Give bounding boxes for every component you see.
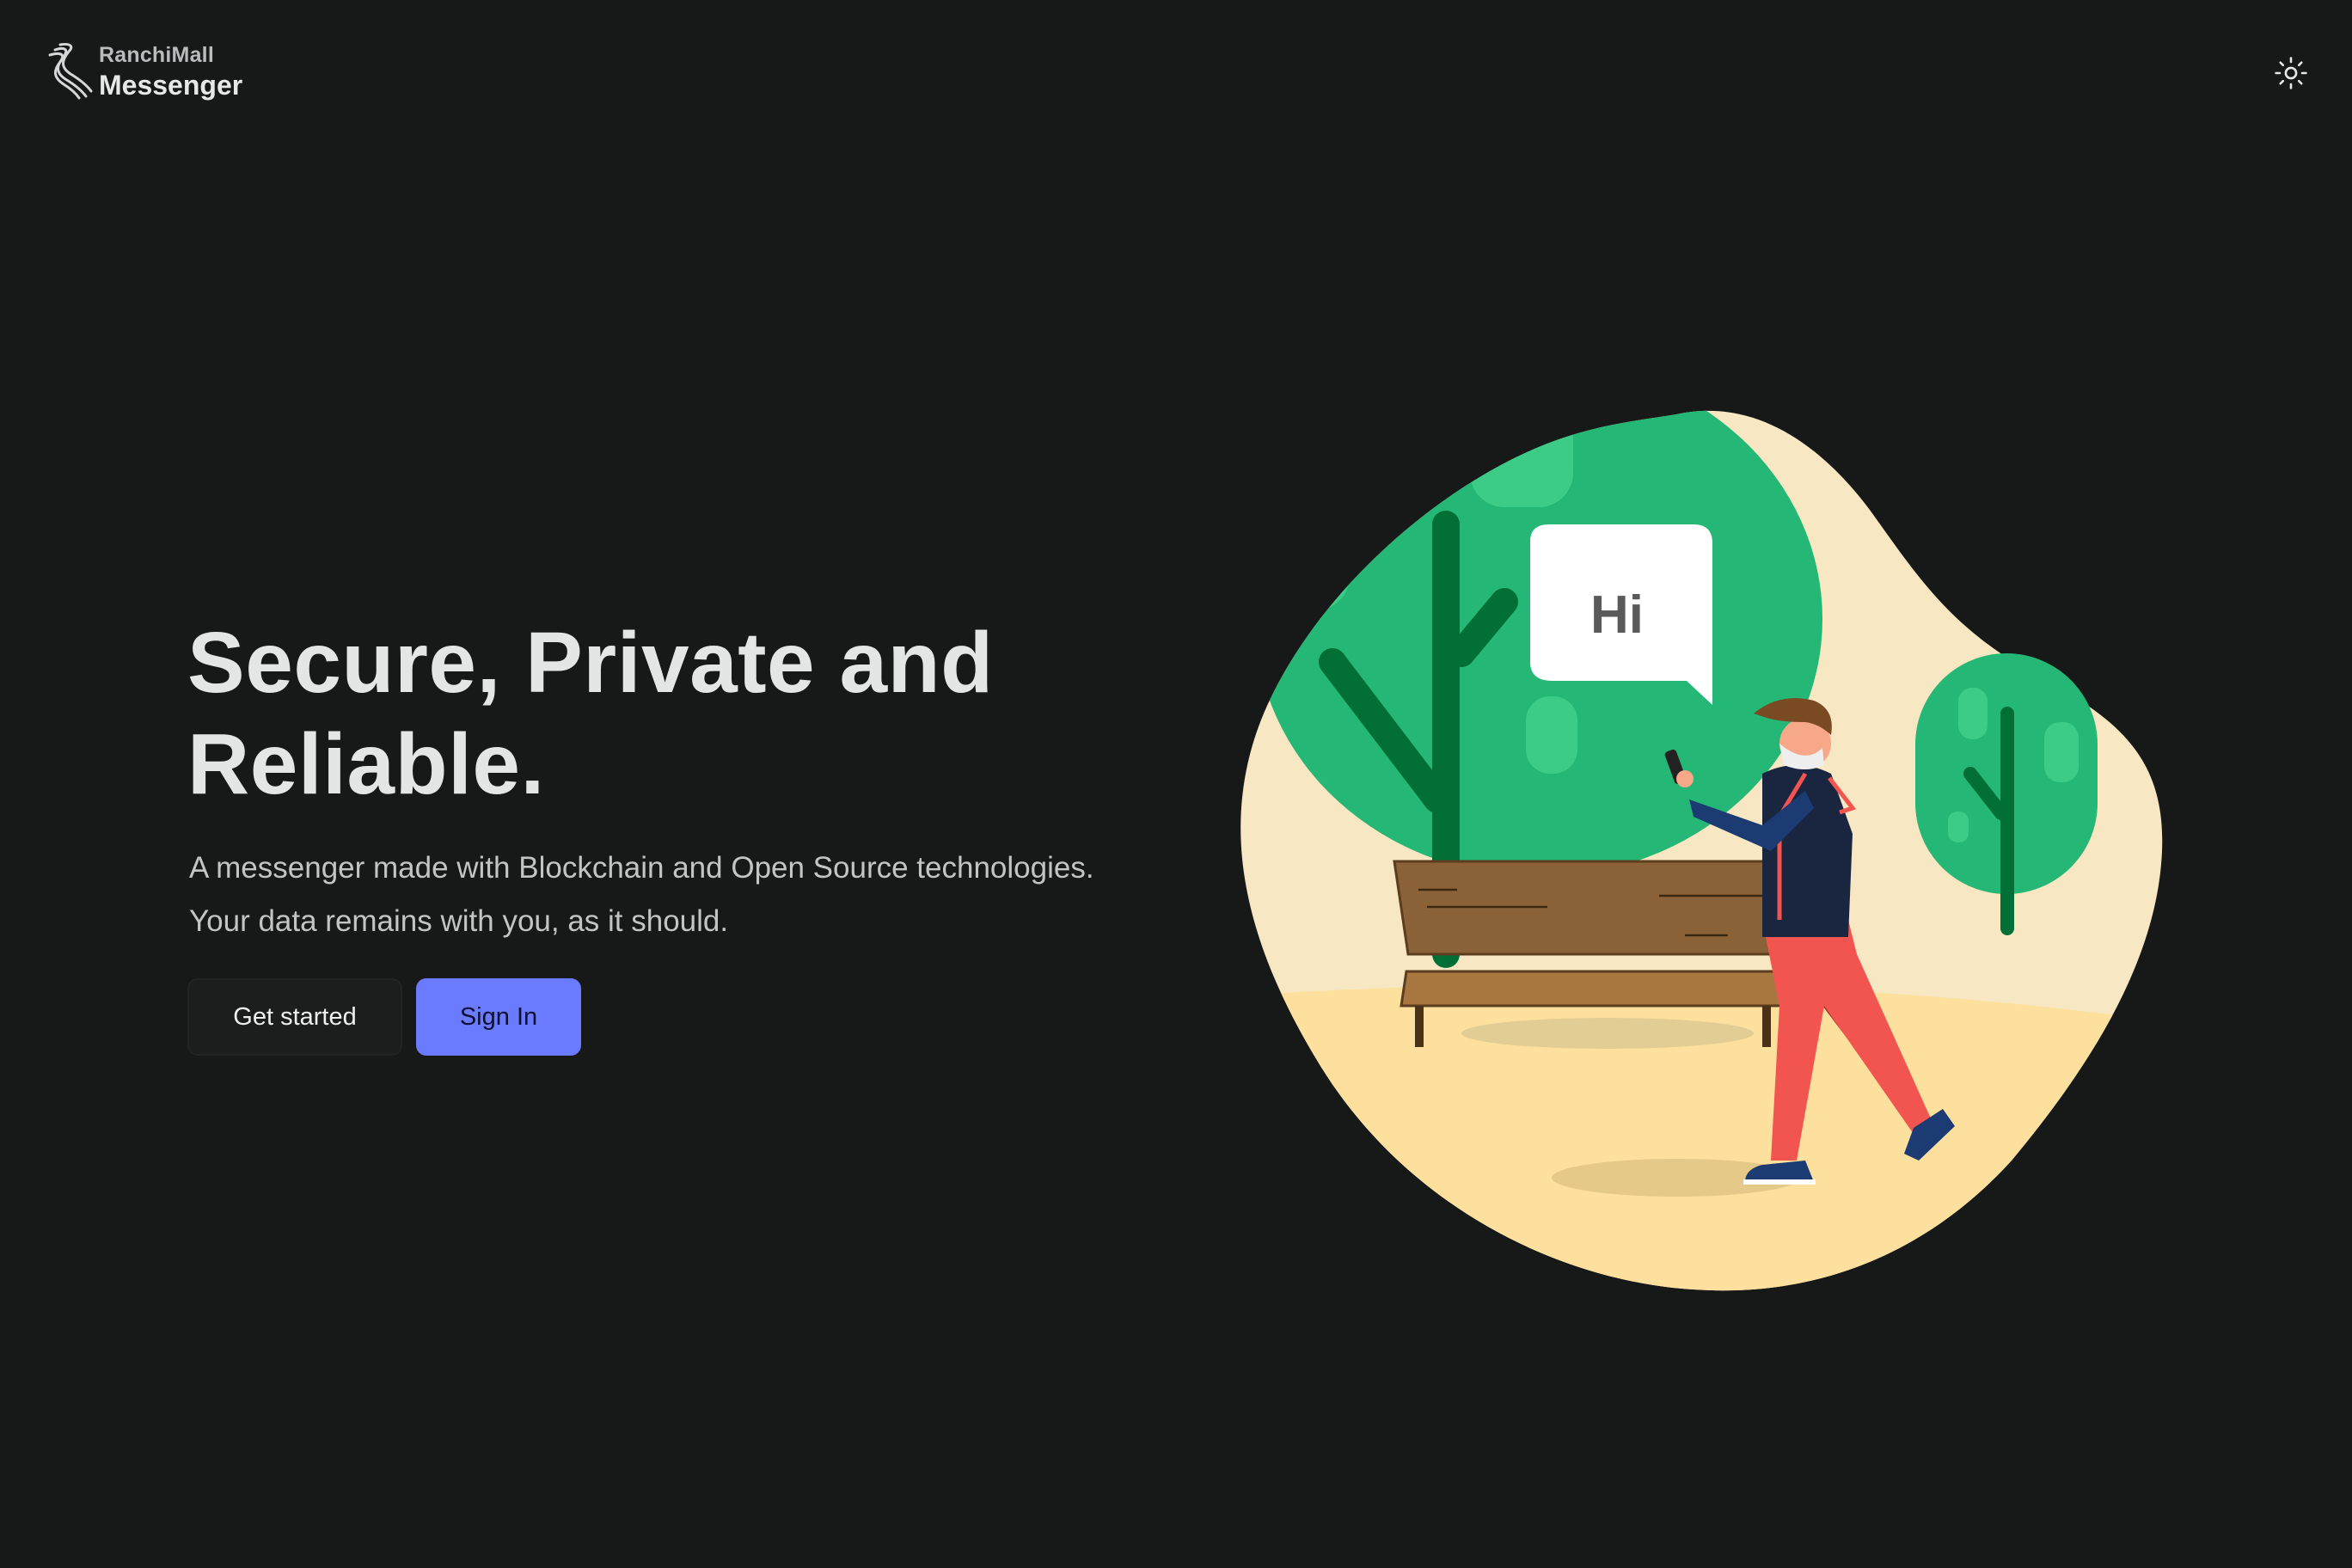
hero-title-line2: Reliable. xyxy=(187,716,545,812)
landing-page: RanchiMall Messenger Secure, Private and xyxy=(0,0,2352,1568)
brand-company: RanchiMall xyxy=(99,43,214,67)
hero-title: Secure, Private and Reliable. xyxy=(187,612,1133,815)
sun-icon xyxy=(2275,57,2307,89)
app-header: RanchiMall Messenger xyxy=(0,0,2352,129)
hero-subtitle-line2: Your data remains with you, as it should… xyxy=(189,904,729,938)
hero-illustration: Hi xyxy=(1212,404,2175,1298)
theme-toggle-button[interactable] xyxy=(2271,53,2311,93)
brand-app-name: Messenger xyxy=(99,70,243,101)
hero-title-line1: Secure, Private and xyxy=(187,615,994,711)
speech-bubble-text: Hi xyxy=(1590,585,1644,645)
person-walking-with-phone-illustration: Hi xyxy=(1240,410,2163,1291)
sign-in-button[interactable]: Sign In xyxy=(416,978,581,1056)
hero-subtitle-line1: A messenger made with Blockchain and Ope… xyxy=(189,851,1094,885)
ranchimall-logo-icon[interactable] xyxy=(43,41,95,100)
get-started-button[interactable]: Get started xyxy=(187,978,402,1056)
